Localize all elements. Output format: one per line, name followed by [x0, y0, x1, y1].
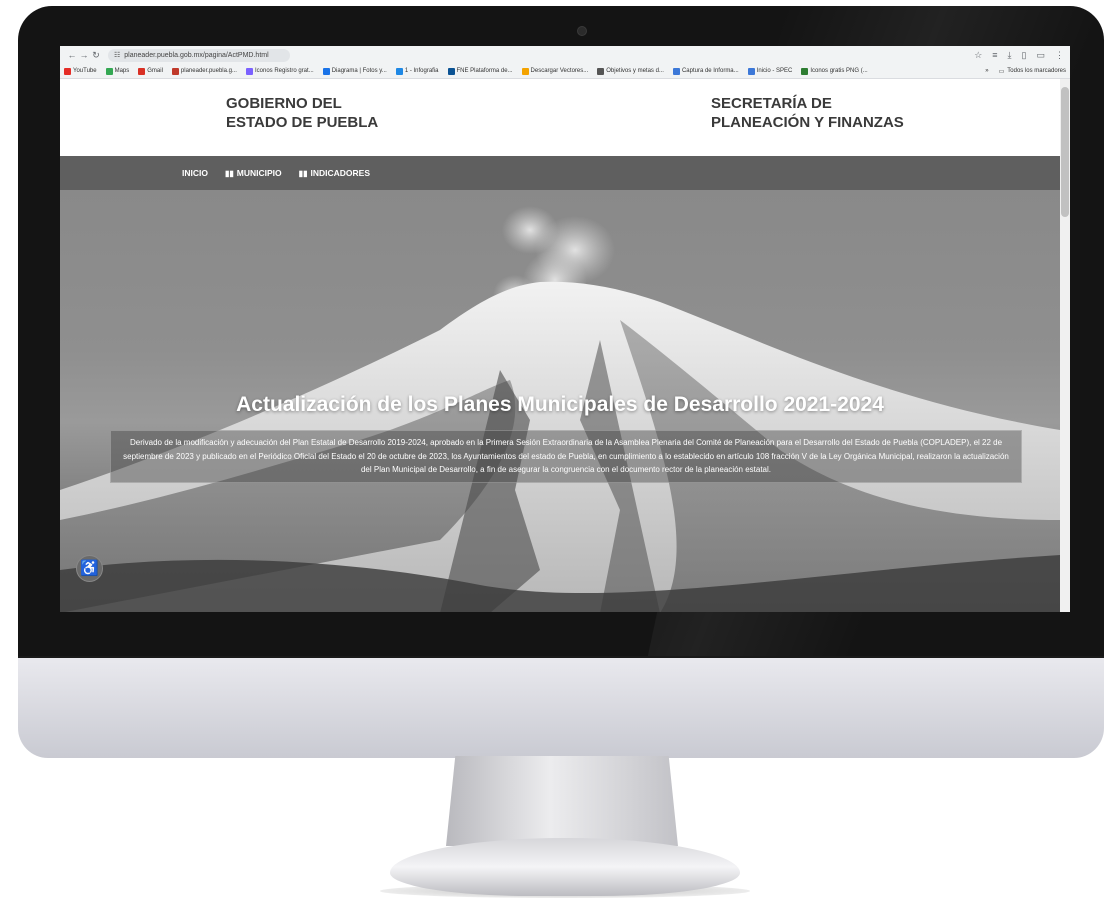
bookmark-label: Inicio - SPEC — [756, 68, 793, 74]
bookmark-label: Captura de Informa... — [681, 68, 739, 74]
bookmark-item[interactable]: FNE Plataforma de... — [447, 67, 513, 75]
bookmark-favicon-icon — [395, 67, 403, 75]
secretaria-logo[interactable]: SECRETARÍA DE PLANEACIÓN Y FINANZAS — [711, 94, 904, 132]
bookmark-label: YouTube — [73, 68, 97, 74]
bookmarks-bar: YouTube Maps Gmail planeader.puebla.g... Ico… — [60, 64, 1070, 79]
page-scrollbar[interactable] — [1060, 79, 1070, 612]
all-bookmarks[interactable]: » ▭ Todos los marcadores — [985, 68, 1066, 75]
bookmark-favicon-icon — [447, 67, 455, 75]
download-icon[interactable]: ⤓ — [1008, 50, 1012, 61]
forward-icon[interactable]: → — [78, 50, 90, 60]
nav-indicadores-label: INDICADORES — [310, 168, 370, 178]
monitor-stand-neck — [446, 756, 678, 846]
bookmark-favicon-icon — [521, 67, 529, 75]
secretaria-line2: PLANEACIÓN Y FINANZAS — [711, 114, 904, 131]
bookmark-item[interactable]: Iconos Registro grat... — [245, 67, 314, 75]
hero-banner: Actualización de los Planes Municipales … — [60, 190, 1070, 612]
folder-icon: ▭ — [998, 68, 1005, 75]
gobierno-line1: GOBIERNO DEL — [226, 95, 342, 112]
bookmark-favicon-icon — [322, 67, 330, 75]
web-page: GOBIERNO DEL ESTADO DE PUEBLA SECRETARÍA… — [60, 79, 1070, 612]
site-info-icon[interactable]: ☷ — [114, 51, 120, 59]
bookmark-label: Descargar Vectores... — [530, 68, 589, 74]
bookmark-label: Iconos Registro grat... — [254, 68, 314, 74]
all-bookmarks-label: Todos los marcadores — [1007, 68, 1066, 74]
monitor-chin — [18, 656, 1104, 758]
reload-icon[interactable]: ↻ — [90, 50, 102, 61]
bookmark-favicon-icon — [64, 67, 71, 75]
bookmark-item[interactable]: Objetivos y metas d... — [597, 67, 664, 75]
bookmark-item[interactable]: Diagrama | Fotos y... — [322, 67, 387, 75]
url-input[interactable]: ☷ planeader.puebla.gob.mx/pagina/ActPMD.… — [108, 48, 290, 62]
bookmark-favicon-icon — [672, 67, 680, 75]
bookmark-favicon-icon — [801, 67, 809, 75]
bookmark-label: Iconos gratis PNG (... — [810, 68, 868, 74]
bookmark-item[interactable]: Captura de Informa... — [672, 67, 739, 75]
bookmark-favicon-icon — [105, 67, 113, 75]
url-text: planeader.puebla.gob.mx/pagina/ActPMD.ht… — [124, 51, 269, 59]
bookmark-label: 1 - Infografia — [404, 68, 439, 74]
map-icon: ▮▮ — [224, 168, 234, 178]
bookmark-item[interactable]: Maps — [105, 67, 130, 75]
bookmark-favicon-icon — [171, 67, 179, 75]
hero-title: Actualización de los Planes Municipales … — [236, 393, 884, 416]
nav-indicadores[interactable]: ▮▮ INDICADORES — [299, 168, 370, 178]
bookmark-favicon-icon — [245, 67, 253, 75]
extensions-icon[interactable]: ▭ — [1036, 50, 1045, 61]
gobierno-line2: ESTADO DE PUEBLA — [226, 114, 379, 131]
bookmark-item[interactable]: Iconos gratis PNG (... — [801, 67, 868, 75]
bookmark-label: Maps — [114, 68, 130, 74]
camera-icon — [577, 26, 587, 36]
bookmark-item[interactable]: planeader.puebla.g... — [171, 67, 237, 75]
more-bookmarks-icon[interactable]: » — [985, 68, 988, 74]
bookmark-item[interactable]: 1 - Infografia — [395, 67, 439, 75]
nav-inicio-label: INICIO — [182, 168, 208, 178]
bookmark-label: Diagrama | Fotos y... — [331, 68, 387, 74]
bookmark-label: FNE Plataforma de... — [456, 68, 513, 74]
monitor-stand-foot — [390, 838, 740, 896]
bookmark-favicon-icon — [747, 67, 755, 75]
secretaria-line1: SECRETARÍA DE — [711, 95, 832, 112]
gobierno-logo[interactable]: GOBIERNO DEL ESTADO DE PUEBLA — [226, 94, 378, 132]
accessibility-icon[interactable]: ♿ — [76, 555, 103, 582]
side-panel-icon[interactable]: ▯ — [1022, 50, 1027, 61]
bookmark-favicon-icon — [138, 67, 146, 75]
bookmark-item[interactable]: Gmail — [138, 67, 163, 75]
hero-description: Derivado de la modificación y adecuación… — [110, 430, 1022, 483]
star-icon[interactable]: ☆ — [974, 50, 982, 61]
browser-address-bar: ← → ↻ ☷ planeader.puebla.gob.mx/pagina/A… — [60, 46, 1070, 64]
bookmark-item[interactable]: Descargar Vectores... — [521, 67, 589, 75]
nav-municipio[interactable]: ▮▮ MUNICIPIO — [225, 168, 282, 178]
monitor-screen: ← → ↻ ☷ planeader.puebla.gob.mx/pagina/A… — [60, 46, 1070, 612]
bookmark-label: Gmail — [147, 68, 163, 74]
bookmark-label: Objetivos y metas d... — [606, 68, 664, 74]
bookmark-item[interactable]: YouTube — [64, 67, 97, 75]
main-nav: INICIO ▮▮ MUNICIPIO ▮▮ INDICADORES — [60, 156, 1070, 190]
bookmark-item[interactable]: Inicio - SPEC — [747, 67, 793, 75]
reading-list-icon[interactable]: ≡ — [992, 50, 997, 60]
menu-icon[interactable]: ⋮ — [1055, 50, 1064, 61]
site-header: GOBIERNO DEL ESTADO DE PUEBLA SECRETARÍA… — [60, 79, 1070, 156]
scrollbar-thumb[interactable] — [1061, 87, 1069, 217]
bookmark-favicon-icon — [597, 67, 605, 75]
nav-inicio[interactable]: INICIO — [182, 168, 208, 178]
nav-municipio-label: MUNICIPIO — [236, 168, 282, 178]
back-icon[interactable]: ← — [66, 50, 78, 60]
map-icon: ▮▮ — [298, 168, 308, 178]
bookmark-label: planeader.puebla.g... — [180, 68, 237, 74]
